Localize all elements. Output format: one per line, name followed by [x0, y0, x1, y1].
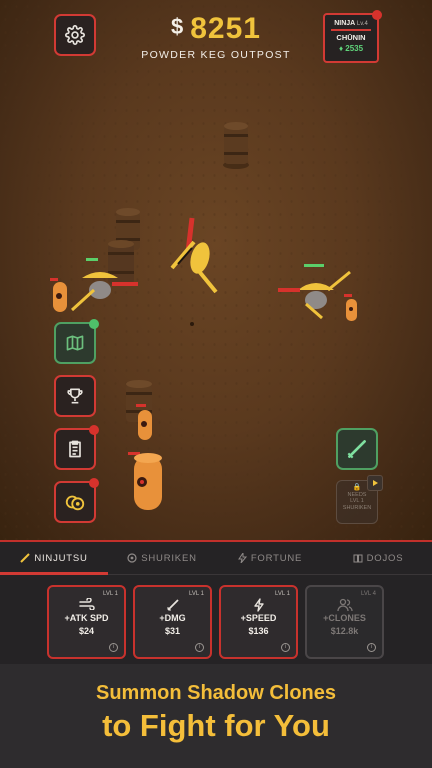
- clipboard-button[interactable]: [54, 425, 99, 470]
- upgrade-name: +CLONES: [323, 613, 366, 623]
- info-icon[interactable]: i: [109, 643, 118, 652]
- trophy-button[interactable]: [54, 375, 96, 417]
- game-world[interactable]: $8251 POWDER KEG OUTPOST NINJA Lv.4 CHŪN…: [0, 0, 432, 540]
- player-ninja: [170, 217, 218, 326]
- enemy-dummy: [128, 452, 162, 510]
- tab-shuriken[interactable]: SHURIKEN: [108, 542, 216, 574]
- shadow-clone: [278, 264, 351, 320]
- trophy-icon: [67, 388, 83, 404]
- notification-dot: [89, 478, 99, 488]
- enemy-dummy: [50, 278, 67, 312]
- info-icon[interactable]: i: [281, 643, 290, 652]
- wind-icon: [78, 598, 95, 610]
- upgrade-name: +ATK SPD: [64, 613, 109, 623]
- upgrade-card-atk-spd[interactable]: LVL 1 +ATK SPD $24 i: [47, 585, 126, 659]
- tab-fortune[interactable]: FORTUNE: [216, 542, 324, 574]
- dollar-sign: $: [171, 14, 185, 39]
- sword-skill-button[interactable]: [336, 428, 378, 470]
- info-icon[interactable]: i: [367, 643, 376, 652]
- lightning-icon: [253, 598, 264, 612]
- gem-icon: ♦: [338, 44, 344, 53]
- upgrade-price: $12.8k: [330, 626, 359, 636]
- coins-icon: [65, 495, 85, 511]
- tab-label: DOJOS: [366, 552, 404, 564]
- gem-value: 2535: [345, 44, 364, 53]
- locked-line-3: SHURIKEN: [342, 504, 372, 511]
- gem-count: ♦ 2535: [325, 44, 377, 53]
- clipboard-icon: [69, 440, 81, 458]
- notification-dot: [372, 10, 382, 20]
- promo-subheadline: to Fight for You: [102, 708, 330, 743]
- shuriken-icon: [127, 553, 137, 563]
- rank-title-text: NINJA: [334, 20, 355, 27]
- upgrade-cards: LVL 1 +ATK SPD $24 i LVL 1 +DMG $31 i LV…: [0, 575, 432, 659]
- upgrade-level: LVL 1: [188, 591, 204, 597]
- book-icon: [353, 554, 363, 563]
- promo-headline: Summon Shadow Clones: [95, 682, 337, 704]
- locked-skill-slot[interactable]: 🔒 NEEDS LVL 1 SHURIKEN: [336, 475, 383, 524]
- rank-name: CHŪNIN: [336, 33, 366, 42]
- rank-progress-bar: [331, 29, 371, 31]
- upgrade-name: +DMG: [159, 613, 186, 623]
- info-icon[interactable]: i: [195, 643, 204, 652]
- sword-icon: [166, 599, 179, 612]
- notification-dot: [89, 425, 99, 435]
- people-icon: [336, 598, 353, 612]
- rank-level: Lv.4: [356, 21, 368, 27]
- map-icon: [66, 335, 84, 351]
- notification-dot: [89, 319, 99, 329]
- upgrade-name: +SPEED: [240, 613, 277, 623]
- play-icon: [373, 480, 378, 486]
- sword-icon: [347, 440, 366, 459]
- upgrade-card-speed[interactable]: LVL 1 +SPEED $136 i: [219, 585, 298, 659]
- rank-card[interactable]: NINJA Lv.4 CHŪNIN ♦ 2535: [323, 10, 382, 63]
- upgrade-price: $136: [248, 626, 269, 636]
- upgrade-level: LVL 1: [102, 591, 118, 597]
- upgrade-panel: NINJUTSU SHURIKEN FORTUNE DOJOS LVL 1 +A…: [0, 540, 432, 664]
- upgrade-price: $31: [164, 626, 181, 636]
- tab-dojos[interactable]: DOJOS: [324, 542, 432, 574]
- cash-value: 8251: [190, 12, 261, 45]
- coins-button[interactable]: [54, 478, 99, 523]
- tab-bar: NINJUTSU SHURIKEN FORTUNE DOJOS: [0, 542, 432, 575]
- blade-icon: [20, 553, 31, 563]
- upgrade-card-clones[interactable]: LVL 4 +CLONES $12.8k i: [305, 585, 384, 659]
- barrel: [223, 122, 249, 169]
- upgrade-level: LVL 1: [274, 591, 290, 597]
- play-badge: [367, 475, 383, 491]
- rank-title: NINJA Lv.4: [325, 20, 377, 27]
- lightning-icon: [237, 553, 247, 563]
- tab-label: FORTUNE: [250, 552, 303, 564]
- tab-label: NINJUTSU: [34, 552, 88, 564]
- tab-ninjutsu[interactable]: NINJUTSU: [0, 542, 108, 575]
- enemy-dummy: [344, 294, 357, 321]
- tab-label: SHURIKEN: [141, 552, 197, 564]
- map-button[interactable]: [54, 319, 99, 364]
- upgrade-price: $24: [78, 626, 95, 636]
- upgrade-level: LVL 4: [360, 591, 376, 597]
- promo-banner: Summon Shadow Clones to Fight for You: [0, 664, 432, 768]
- upgrade-card-dmg[interactable]: LVL 1 +DMG $31 i: [133, 585, 212, 659]
